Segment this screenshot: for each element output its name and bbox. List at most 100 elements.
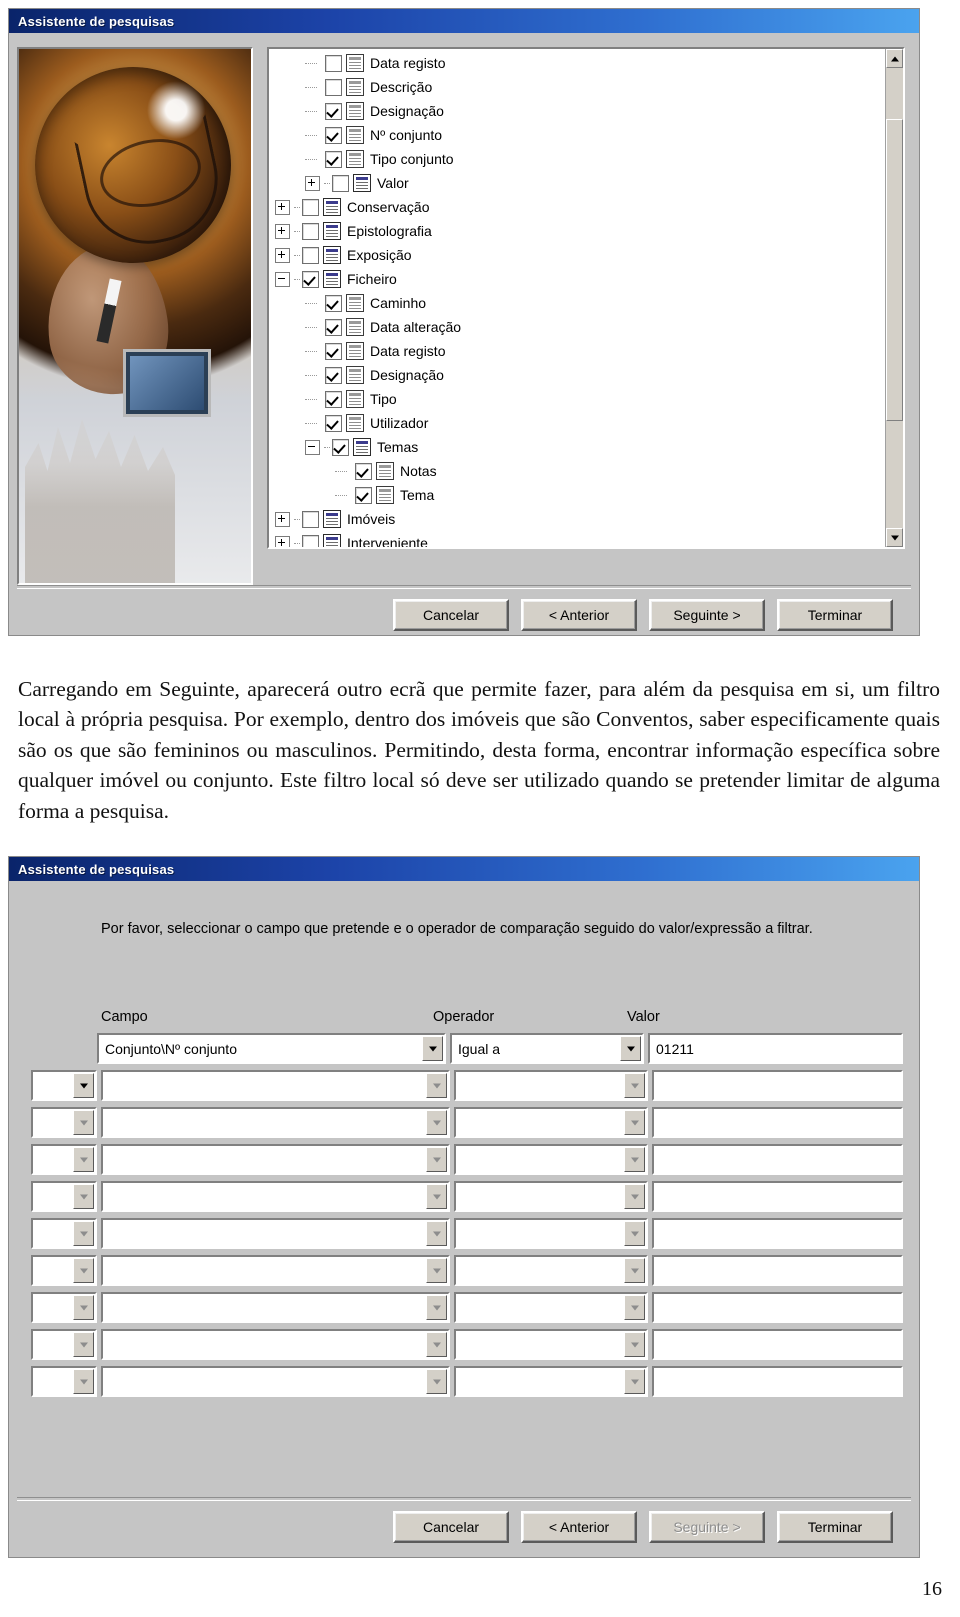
scroll-up-button[interactable]: [886, 49, 903, 68]
checkbox-checked[interactable]: [325, 126, 342, 144]
tree-node[interactable]: Temas: [275, 435, 881, 459]
tree-node[interactable]: Data registo: [275, 339, 881, 363]
logic-operator-select[interactable]: [31, 1292, 97, 1323]
expand-plus-icon[interactable]: [305, 175, 320, 191]
chevron-down-icon[interactable]: [426, 1332, 447, 1357]
expand-plus-icon[interactable]: [275, 511, 290, 527]
checkbox-checked[interactable]: [355, 486, 372, 504]
checkbox-checked[interactable]: [325, 414, 342, 432]
tree-node[interactable]: Data registo: [275, 51, 881, 75]
campo-select[interactable]: [101, 1218, 450, 1249]
logic-operator-select[interactable]: [31, 1070, 97, 1101]
chevron-down-icon[interactable]: [426, 1295, 447, 1320]
logic-operator-select[interactable]: [31, 1329, 97, 1360]
tree-node[interactable]: Ficheiro: [275, 267, 881, 291]
tree-node[interactable]: Data alteração: [275, 315, 881, 339]
chevron-down-icon[interactable]: [73, 1073, 94, 1098]
chevron-down-icon[interactable]: [426, 1184, 447, 1209]
seguinte-button[interactable]: Seguinte >: [649, 599, 765, 631]
anterior-button[interactable]: < Anterior: [521, 1511, 637, 1543]
chevron-down-icon[interactable]: [624, 1147, 645, 1172]
cancelar-button[interactable]: Cancelar: [393, 599, 509, 631]
expand-plus-icon[interactable]: [275, 199, 290, 215]
tree-node[interactable]: Conservação: [275, 195, 881, 219]
logic-operator-select[interactable]: [31, 1107, 97, 1138]
scroll-down-button[interactable]: [886, 528, 903, 547]
checkbox-checked[interactable]: [325, 318, 342, 336]
valor-input[interactable]: [652, 1070, 903, 1101]
valor-input[interactable]: [652, 1181, 903, 1212]
checkbox-checked[interactable]: [325, 102, 342, 120]
chevron-down-icon[interactable]: [426, 1369, 447, 1394]
chevron-down-icon[interactable]: [426, 1221, 447, 1246]
chevron-down-icon[interactable]: [426, 1147, 447, 1172]
operador-select[interactable]: [454, 1181, 648, 1212]
tree-node[interactable]: Valor: [275, 171, 881, 195]
anterior-button[interactable]: < Anterior: [521, 599, 637, 631]
collapse-minus-icon[interactable]: [305, 439, 320, 455]
tree-node[interactable]: Designação: [275, 99, 881, 123]
operador-select[interactable]: [454, 1070, 648, 1101]
checkbox-unchecked[interactable]: [302, 222, 319, 240]
operador-select[interactable]: [454, 1292, 648, 1323]
operador-select[interactable]: [454, 1144, 648, 1175]
tree-node[interactable]: Tema: [275, 483, 881, 507]
chevron-down-icon[interactable]: [426, 1258, 447, 1283]
chevron-down-icon[interactable]: [422, 1036, 443, 1061]
checkbox-checked[interactable]: [355, 462, 372, 480]
checkbox-unchecked[interactable]: [302, 246, 319, 264]
checkbox-checked[interactable]: [325, 342, 342, 360]
chevron-down-icon[interactable]: [624, 1295, 645, 1320]
operador-select[interactable]: [454, 1218, 648, 1249]
checkbox-unchecked[interactable]: [302, 534, 319, 547]
campo-select[interactable]: [101, 1292, 450, 1323]
campo-select[interactable]: [101, 1107, 450, 1138]
chevron-down-icon[interactable]: [624, 1073, 645, 1098]
valor-input[interactable]: [652, 1255, 903, 1286]
valor-input[interactable]: [652, 1144, 903, 1175]
logic-operator-select[interactable]: [31, 1181, 97, 1212]
tree-node[interactable]: Epistolografia: [275, 219, 881, 243]
valor-input[interactable]: [652, 1107, 903, 1138]
cancelar-button[interactable]: Cancelar: [393, 1511, 509, 1543]
checkbox-checked[interactable]: [325, 390, 342, 408]
operador-select[interactable]: [454, 1255, 648, 1286]
tree-node[interactable]: Tipo conjunto: [275, 147, 881, 171]
collapse-minus-icon[interactable]: [275, 271, 290, 287]
chevron-down-icon[interactable]: [624, 1369, 645, 1394]
operador-select[interactable]: [454, 1107, 648, 1138]
operador-select[interactable]: Igual a: [450, 1033, 644, 1064]
logic-operator-select[interactable]: [31, 1366, 97, 1397]
tree-node[interactable]: Caminho: [275, 291, 881, 315]
tree-node[interactable]: Nº conjunto: [275, 123, 881, 147]
checkbox-unchecked[interactable]: [302, 198, 319, 216]
chevron-down-icon[interactable]: [624, 1221, 645, 1246]
tree-node[interactable]: Interveniente: [275, 531, 881, 547]
logic-operator-select[interactable]: [31, 1255, 97, 1286]
chevron-down-icon[interactable]: [73, 1295, 94, 1320]
valor-input[interactable]: 01211: [648, 1033, 903, 1064]
checkbox-checked[interactable]: [325, 366, 342, 384]
campo-select[interactable]: [101, 1329, 450, 1360]
campo-select[interactable]: [101, 1070, 450, 1101]
field-tree[interactable]: Data registo Descrição Designação Nº conjun…: [275, 51, 881, 547]
valor-input[interactable]: [652, 1292, 903, 1323]
chevron-down-icon[interactable]: [73, 1147, 94, 1172]
valor-input[interactable]: [652, 1366, 903, 1397]
operador-select[interactable]: [454, 1329, 648, 1360]
tree-vertical-scrollbar[interactable]: [885, 49, 903, 547]
tree-node[interactable]: Exposição: [275, 243, 881, 267]
expand-plus-icon[interactable]: [275, 535, 290, 547]
chevron-down-icon[interactable]: [73, 1184, 94, 1209]
expand-plus-icon[interactable]: [275, 223, 290, 239]
chevron-down-icon[interactable]: [73, 1110, 94, 1135]
chevron-down-icon[interactable]: [73, 1258, 94, 1283]
logic-operator-select[interactable]: [31, 1218, 97, 1249]
checkbox-unchecked[interactable]: [302, 510, 319, 528]
campo-select[interactable]: [101, 1366, 450, 1397]
campo-select[interactable]: [101, 1144, 450, 1175]
operador-select[interactable]: [454, 1366, 648, 1397]
campo-select[interactable]: Conjunto\Nº conjunto: [97, 1033, 446, 1064]
tree-node[interactable]: Designação: [275, 363, 881, 387]
chevron-down-icon[interactable]: [426, 1073, 447, 1098]
